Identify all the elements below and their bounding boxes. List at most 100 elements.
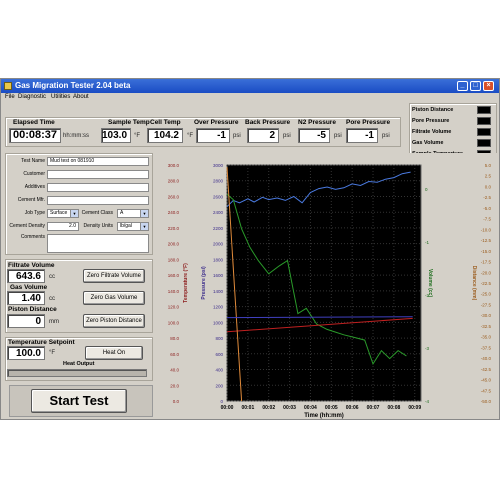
back-pressure-unit: psi <box>283 133 291 139</box>
distance-tick-label: -40.0 <box>481 356 492 361</box>
volume-tick-label: -4 <box>425 399 429 404</box>
distance-tick-label: -50.0 <box>481 399 492 404</box>
minimize-icon[interactable]: _ <box>457 81 468 91</box>
menu-about[interactable]: About <box>73 94 89 100</box>
maximize-icon[interactable]: □ <box>470 81 481 91</box>
piston-distance-unit: mm <box>49 319 59 325</box>
distance-tick-label: -2.5 <box>483 195 491 200</box>
volume-tick-label: 0 <box>425 187 428 192</box>
n2-pressure-unit: psi <box>334 133 342 139</box>
legend-gas-volume: Gas Volume <box>412 140 444 146</box>
pressure-tick-label: 0 <box>220 399 223 404</box>
distance-tick-label: -42.5 <box>481 367 492 372</box>
app-window: Gas Migration Tester 2.04 beta _ □ × Fil… <box>0 78 500 420</box>
filtrate-volume-value: 643.6 <box>7 269 45 283</box>
temp-tick-label: 120.0 <box>168 305 180 310</box>
temperature-setpoint-label: Temperature Setpoint <box>8 339 75 346</box>
cement-mfr-input[interactable] <box>47 196 149 205</box>
close-icon[interactable]: × <box>483 81 494 91</box>
zero-filtrate-volume-button[interactable]: Zero Filtrate Volume <box>83 269 145 283</box>
additives-input[interactable] <box>47 183 149 192</box>
pressure-tick-label: 2000 <box>213 242 224 247</box>
temp-tick-label: 100.0 <box>168 320 180 325</box>
x-axis-title: Time (hh:mm) <box>304 413 344 419</box>
window-title: Gas Migration Tester 2.04 beta <box>15 81 131 90</box>
distance-axis-title: Distance (mm) <box>471 266 477 301</box>
cell-temp-label: Cell Temp <box>150 119 181 126</box>
temperature-setpoint-input[interactable]: 100.0 <box>7 346 45 360</box>
temp-tick-label: 20.0 <box>170 383 179 388</box>
distance-tick-label: -27.5 <box>481 302 492 307</box>
legend-swatch-gas[interactable] <box>477 139 491 147</box>
volume-tick-label: -1 <box>425 240 429 245</box>
zero-piston-distance-button[interactable]: Zero Piston Distance <box>83 314 145 328</box>
x-tick-label: 00:03 <box>283 405 296 411</box>
distance-tick-label: -17.5 <box>481 260 492 265</box>
cement-density-input[interactable]: 2.0 <box>47 222 79 231</box>
volume-tick-label: -3 <box>425 346 429 351</box>
distance-tick-label: -35.0 <box>481 335 492 340</box>
test-name-input[interactable]: Mud test on 081910 <box>47 157 149 166</box>
cement-class-select[interactable]: A ▼ <box>117 209 149 218</box>
pressure-tick-label: 1200 <box>213 305 224 310</box>
start-test-button[interactable]: Start Test <box>31 389 127 413</box>
pressure-tick-label: 1600 <box>213 273 224 278</box>
distance-tick-label: -7.5 <box>483 217 491 222</box>
gas-volume-value: 1.40 <box>7 291 45 305</box>
sample-temp-value: 103.0 <box>101 128 131 143</box>
distance-tick-label: -32.5 <box>481 324 492 329</box>
distance-tick-label: -5.0 <box>483 206 491 211</box>
x-tick-label: 00:07 <box>367 405 380 411</box>
distance-tick-label: -47.5 <box>481 388 492 393</box>
pressure-axis-title: Pressure (psi) <box>201 266 207 300</box>
legend-piston-distance: Piston Distance <box>412 107 454 113</box>
x-tick-label: 00:01 <box>241 405 254 411</box>
over-pressure-unit: psi <box>233 133 241 139</box>
gas-volume-unit: cc <box>49 296 55 302</box>
distance-tick-label: -15.0 <box>481 249 492 254</box>
x-tick-label: 00:09 <box>408 405 421 411</box>
heat-on-button[interactable]: Heat On <box>85 346 143 360</box>
zero-gas-volume-button[interactable]: Zero Gas Volume <box>83 291 145 305</box>
distance-tick-label: -10.0 <box>481 227 492 232</box>
distance-tick-label: 0.0 <box>485 184 492 189</box>
legend-swatch-filtrate[interactable] <box>477 128 491 136</box>
legend-pore-pressure: Pore Pressure <box>412 118 450 124</box>
x-tick-label: 00:00 <box>221 405 234 411</box>
pressure-tick-label: 800 <box>215 336 223 341</box>
chevron-down-icon: ▼ <box>140 210 148 217</box>
elapsed-time-unit: hh:mm:ss <box>63 133 90 139</box>
elapsed-time-value: 00:08:37 <box>9 128 61 143</box>
density-units-label: Density Units <box>83 223 113 229</box>
menu-file[interactable]: File <box>5 94 15 100</box>
sample-temp-unit: °F <box>134 133 141 139</box>
legend-swatch-pore[interactable] <box>477 117 491 125</box>
chevron-down-icon: ▼ <box>70 210 78 217</box>
pressure-tick-label: 2600 <box>213 194 224 199</box>
chart-svg: 00:00 00:01 00:02 00:03 00:04 00:05 00:06 00:07… <box>168 163 492 419</box>
over-pressure-label: Over Pressure <box>194 119 239 126</box>
distance-tick-label: -37.5 <box>481 345 492 350</box>
pressure-tick-label: 1000 <box>213 320 224 325</box>
filtrate-volume-label: Filtrate Volume <box>8 262 55 269</box>
legend-swatch-piston[interactable] <box>477 106 491 114</box>
comments-label: Comments <box>20 234 45 240</box>
pore-pressure-unit: psi <box>382 133 390 139</box>
job-type-select[interactable]: Surface ▼ <box>47 209 79 218</box>
piston-distance-value: 0 <box>7 314 45 328</box>
temp-tick-label: 280.0 <box>168 179 180 184</box>
x-tick-label: 00:08 <box>387 405 400 411</box>
comments-input[interactable] <box>47 234 149 253</box>
pressure-tick-label: 1800 <box>213 257 224 262</box>
temp-tick-label: 0.0 <box>173 399 180 404</box>
menu-diagnostic[interactable]: Diagnostic <box>18 94 46 100</box>
menu-utilities[interactable]: Utilities <box>51 94 70 100</box>
density-units-select[interactable]: lb/gal ▼ <box>117 222 149 231</box>
pressure-tick-label: 2800 <box>213 179 224 184</box>
temp-tick-label: 240.0 <box>168 210 180 215</box>
customer-input[interactable] <box>47 170 149 179</box>
sample-temp-label: Sample Temp <box>108 119 150 126</box>
app-icon <box>4 82 12 90</box>
distance-tick-label: -12.5 <box>481 238 492 243</box>
pore-pressure-label: Pore Pressure <box>346 119 391 126</box>
